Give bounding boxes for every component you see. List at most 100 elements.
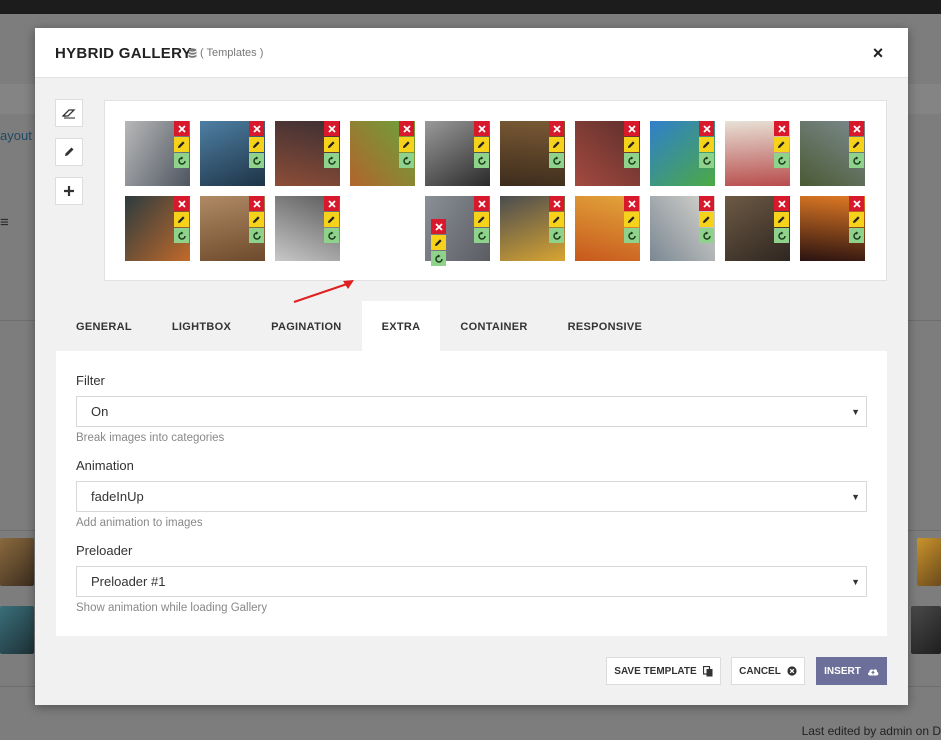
delete-image-button[interactable] <box>249 121 264 136</box>
delete-image-button[interactable] <box>849 196 864 211</box>
replace-image-button[interactable] <box>699 153 714 168</box>
edit-image-button[interactable] <box>324 212 339 227</box>
tab-extra[interactable]: EXTRA <box>361 301 441 351</box>
replace-image-button[interactable] <box>174 228 189 243</box>
edit-image-button[interactable] <box>174 137 189 152</box>
gallery-item[interactable] <box>725 121 790 186</box>
delete-image-button[interactable] <box>549 121 564 136</box>
gallery-item[interactable] <box>800 196 865 261</box>
gallery-item[interactable] <box>725 196 790 261</box>
gallery-item[interactable] <box>800 121 865 186</box>
replace-image-button[interactable] <box>774 153 789 168</box>
delete-image-button[interactable] <box>174 196 189 211</box>
gallery-item[interactable] <box>500 196 565 261</box>
delete-image-button[interactable] <box>324 121 339 136</box>
gallery-item[interactable] <box>125 196 190 261</box>
gallery-item[interactable] <box>500 121 565 186</box>
gallery-item[interactable] <box>425 121 490 186</box>
dragged-gallery-image[interactable] <box>382 219 447 284</box>
delete-image-button[interactable] <box>399 121 414 136</box>
gallery-item[interactable] <box>275 196 340 261</box>
edit-image-button[interactable] <box>774 212 789 227</box>
replace-image-button[interactable] <box>849 228 864 243</box>
gallery-item[interactable] <box>125 121 190 186</box>
templates-link[interactable]: ( Templates ) <box>188 47 263 59</box>
delete-image-button[interactable] <box>774 196 789 211</box>
gallery-item[interactable] <box>350 121 415 186</box>
gallery-item[interactable] <box>650 196 715 261</box>
replace-image-button[interactable] <box>474 153 489 168</box>
edit-image-button[interactable] <box>549 212 564 227</box>
add-image-button[interactable] <box>55 177 83 205</box>
replace-image-button[interactable] <box>624 153 639 168</box>
edit-image-button[interactable] <box>624 137 639 152</box>
gallery-item[interactable] <box>650 121 715 186</box>
background-layout-link[interactable]: ayout <box>0 128 32 143</box>
edit-image-button[interactable] <box>431 235 446 250</box>
replace-image-button[interactable] <box>324 153 339 168</box>
edit-image-button[interactable] <box>399 137 414 152</box>
replace-image-button[interactable] <box>174 153 189 168</box>
replace-image-button[interactable] <box>774 228 789 243</box>
edit-image-button[interactable] <box>549 137 564 152</box>
replace-image-button[interactable] <box>624 228 639 243</box>
tab-lightbox[interactable]: LIGHTBOX <box>152 301 251 351</box>
edit-image-button[interactable] <box>699 137 714 152</box>
refresh-icon <box>252 231 261 240</box>
delete-image-button[interactable] <box>324 196 339 211</box>
tab-general[interactable]: GENERAL <box>56 301 152 351</box>
close-icon[interactable]: × <box>867 42 889 64</box>
edit-image-button[interactable] <box>249 137 264 152</box>
edit-image-button[interactable] <box>774 137 789 152</box>
tab-responsive[interactable]: RESPONSIVE <box>548 301 663 351</box>
gallery-item[interactable] <box>575 121 640 186</box>
replace-image-button[interactable] <box>849 153 864 168</box>
delete-image-button[interactable] <box>431 219 446 234</box>
replace-image-button[interactable] <box>431 251 446 266</box>
insert-button[interactable]: INSERT <box>816 657 887 685</box>
delete-image-button[interactable] <box>699 196 714 211</box>
delete-image-button[interactable] <box>174 121 189 136</box>
delete-image-button[interactable] <box>774 121 789 136</box>
delete-image-button[interactable] <box>549 196 564 211</box>
replace-image-button[interactable] <box>474 228 489 243</box>
gallery-item[interactable] <box>200 121 265 186</box>
replace-image-button[interactable] <box>549 153 564 168</box>
preloader-select[interactable]: Preloader #1 ▼ <box>76 566 867 597</box>
gallery-item[interactable] <box>200 196 265 261</box>
save-template-button[interactable]: SAVE TEMPLATE <box>606 657 721 685</box>
edit-image-button[interactable] <box>849 212 864 227</box>
cancel-button[interactable]: CANCEL <box>731 657 805 685</box>
delete-image-button[interactable] <box>624 121 639 136</box>
edit-gallery-button[interactable] <box>55 138 83 166</box>
replace-image-button[interactable] <box>699 228 714 243</box>
animation-select[interactable]: fadeInUp ▼ <box>76 481 867 512</box>
replace-image-button[interactable] <box>324 228 339 243</box>
arrow-annotation <box>293 280 354 303</box>
gallery-item[interactable] <box>575 196 640 261</box>
edit-image-button[interactable] <box>324 137 339 152</box>
edit-image-button[interactable] <box>474 137 489 152</box>
replace-image-button[interactable] <box>249 153 264 168</box>
delete-image-button[interactable] <box>474 196 489 211</box>
tab-pagination[interactable]: PAGINATION <box>251 301 361 351</box>
edit-image-button[interactable] <box>624 212 639 227</box>
filter-select[interactable]: On ▼ <box>76 396 867 427</box>
replace-image-button[interactable] <box>549 228 564 243</box>
edit-image-button[interactable] <box>474 212 489 227</box>
edit-image-button[interactable] <box>174 212 189 227</box>
delete-image-button[interactable] <box>699 121 714 136</box>
replace-image-button[interactable] <box>249 228 264 243</box>
edit-image-button[interactable] <box>249 212 264 227</box>
gallery-item[interactable] <box>275 121 340 186</box>
edit-image-button[interactable] <box>849 137 864 152</box>
close-icon <box>777 124 786 133</box>
edit-image-button[interactable] <box>699 212 714 227</box>
delete-image-button[interactable] <box>624 196 639 211</box>
clear-gallery-button[interactable] <box>55 99 83 127</box>
delete-image-button[interactable] <box>249 196 264 211</box>
tab-container[interactable]: CONTAINER <box>440 301 547 351</box>
replace-image-button[interactable] <box>399 153 414 168</box>
delete-image-button[interactable] <box>474 121 489 136</box>
delete-image-button[interactable] <box>849 121 864 136</box>
